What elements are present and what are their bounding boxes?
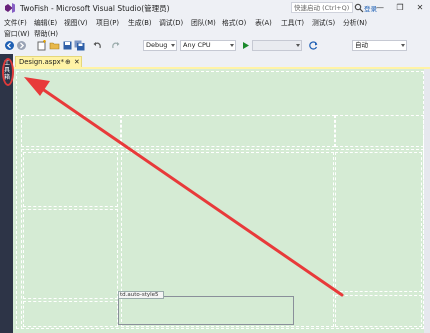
save-icon[interactable] <box>62 40 73 51</box>
undo-icon[interactable] <box>92 40 103 51</box>
menu-build[interactable]: 生成(B) <box>128 17 152 27</box>
configuration-value: Debug <box>146 41 168 49</box>
table-cell[interactable] <box>21 115 121 147</box>
new-project-icon[interactable] <box>36 40 47 51</box>
refresh-icon[interactable] <box>308 40 319 51</box>
quick-launch-input[interactable]: 快速启动 (Ctrl+Q) <box>291 2 353 13</box>
solution-configuration-select[interactable]: Debug <box>143 40 177 51</box>
annotation-circle <box>2 58 14 86</box>
tab-label: Design.aspx* <box>19 58 65 66</box>
menu-test[interactable]: 测试(S) <box>312 17 335 27</box>
standard-toolbar: Debug Any CPU 自动 <box>0 38 430 55</box>
menu-view[interactable]: 视图(V) <box>64 17 88 27</box>
close-button[interactable]: ✕ <box>410 0 430 15</box>
menu-team[interactable]: 团队(M) <box>191 17 216 27</box>
browser-select[interactable] <box>252 40 302 51</box>
menu-format[interactable]: 格式(O) <box>222 17 246 27</box>
table-cell[interactable] <box>335 115 424 147</box>
table-cell[interactable] <box>335 152 422 292</box>
platform-value: Any CPU <box>183 41 211 49</box>
table-cell[interactable] <box>23 209 118 299</box>
redo-icon[interactable] <box>110 40 121 51</box>
table-cell[interactable] <box>121 115 335 147</box>
menu-file[interactable]: 文件(F) <box>4 17 27 27</box>
vertical-scrollbar[interactable] <box>424 69 430 333</box>
design-surface[interactable] <box>13 69 430 333</box>
back-icon[interactable] <box>4 40 15 51</box>
view-mode-select[interactable]: 自动 <box>352 40 407 51</box>
menu-table[interactable]: 表(A) <box>255 17 272 27</box>
view-mode-value: 自动 <box>355 41 368 49</box>
save-all-icon[interactable] <box>74 40 85 51</box>
forward-icon[interactable] <box>16 40 27 51</box>
menu-project[interactable]: 项目(P) <box>96 17 119 27</box>
minimize-button[interactable]: — <box>370 0 390 15</box>
selected-element-tag: td.auto-style5 <box>118 291 164 299</box>
menu-debug[interactable]: 调试(D) <box>159 17 183 27</box>
menu-help[interactable]: 帮助(H) <box>34 28 58 38</box>
restore-button[interactable]: ❐ <box>390 0 410 15</box>
menu-bar: 文件(F) 编辑(E) 视图(V) 项目(P) 生成(B) 调试(D) 团队(M… <box>0 16 430 38</box>
table-cell[interactable] <box>23 152 118 207</box>
menu-tools[interactable]: 工具(T) <box>281 17 304 27</box>
close-tab-icon[interactable]: ✕ <box>74 57 80 67</box>
menu-analyze[interactable]: 分析(N) <box>343 17 367 27</box>
solution-platform-select[interactable]: Any CPU <box>180 40 236 51</box>
table-cell[interactable] <box>23 301 118 327</box>
open-file-icon[interactable] <box>49 40 60 51</box>
table-cell[interactable] <box>335 295 422 327</box>
start-icon[interactable] <box>240 40 251 51</box>
selected-table-cell[interactable] <box>118 296 294 325</box>
search-icon[interactable] <box>354 3 364 13</box>
menu-window[interactable]: 窗口(W) <box>4 28 30 38</box>
window-title: TwoFish - Microsoft Visual Studio(管理员) <box>20 4 170 13</box>
pin-icon[interactable]: ⊕ <box>65 57 71 67</box>
visual-studio-logo-icon <box>5 3 15 13</box>
toolbox-sidebar[interactable] <box>0 54 13 333</box>
menu-edit[interactable]: 编辑(E) <box>34 17 57 27</box>
